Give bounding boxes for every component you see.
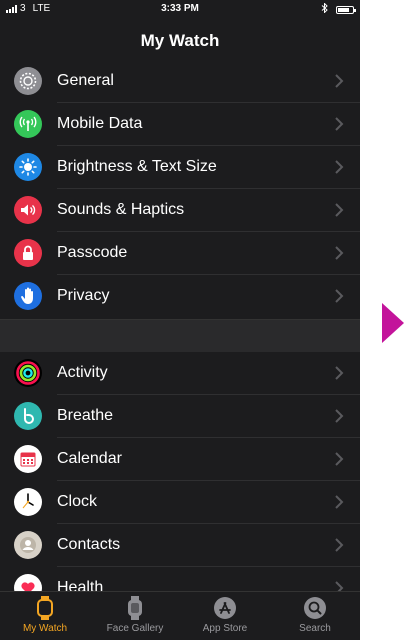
hand-icon	[14, 282, 42, 310]
breathe-icon	[14, 402, 42, 430]
status-time: 3:33 PM	[161, 3, 199, 14]
clock-icon	[14, 488, 42, 516]
navigation-bar: My Watch	[0, 18, 360, 63]
chevron-right-icon	[335, 117, 344, 131]
settings-item-privacy[interactable]: Privacy	[0, 275, 360, 318]
tab-label: Search	[299, 623, 331, 634]
lock-icon	[14, 239, 42, 267]
app-item-clock[interactable]: Clock	[0, 481, 360, 524]
settings-item-label: Brightness & Text Size	[57, 158, 217, 175]
app-item-activity[interactable]: Activity	[0, 352, 360, 395]
chevron-right-icon	[335, 538, 344, 552]
contacts-icon	[14, 531, 42, 559]
tab-my-watch[interactable]: My Watch	[0, 592, 90, 640]
page-title: My Watch	[140, 31, 220, 50]
app-item-label: Clock	[57, 493, 98, 510]
chevron-right-icon	[335, 366, 344, 380]
phone-screen: 3 LTE 3:33 PM My Watch General Mobile Da…	[0, 0, 360, 640]
chevron-right-icon	[335, 74, 344, 88]
settings-item-mobile-data[interactable]: Mobile Data	[0, 103, 360, 146]
app-store-icon	[213, 596, 237, 620]
tab-bar: My Watch Face Gallery App Store Search	[0, 591, 360, 640]
settings-item-sounds[interactable]: Sounds & Haptics	[0, 189, 360, 232]
sun-icon	[14, 153, 42, 181]
tab-search[interactable]: Search	[270, 592, 360, 640]
settings-item-passcode[interactable]: Passcode	[0, 232, 360, 275]
settings-item-brightness[interactable]: Brightness & Text Size	[0, 146, 360, 189]
antenna-icon	[14, 110, 42, 138]
chevron-right-icon	[335, 246, 344, 260]
app-item-label: Calendar	[57, 450, 122, 467]
next-arrow-icon	[382, 303, 404, 343]
app-item-breathe[interactable]: Breathe	[0, 395, 360, 438]
tab-label: App Store	[202, 623, 248, 634]
settings-group: General Mobile Data Brightness & Text Si…	[0, 60, 360, 318]
settings-item-label: Passcode	[57, 244, 128, 261]
speaker-icon	[14, 196, 42, 224]
settings-item-label: Sounds & Haptics	[57, 201, 185, 218]
tab-label: Face Gallery	[106, 623, 164, 634]
watch-icon	[33, 596, 57, 620]
app-item-label: Breathe	[57, 407, 114, 424]
status-bar: 3 LTE 3:33 PM	[0, 0, 360, 18]
activity-rings-icon	[14, 359, 42, 387]
chevron-right-icon	[335, 495, 344, 509]
battery-icon	[336, 5, 356, 14]
calendar-icon	[14, 445, 42, 473]
settings-item-label: Privacy	[57, 287, 110, 304]
gear-icon	[14, 67, 42, 95]
chevron-right-icon	[335, 452, 344, 466]
face-gallery-icon	[123, 596, 147, 620]
chevron-right-icon	[335, 160, 344, 174]
chevron-right-icon	[335, 289, 344, 303]
settings-item-general[interactable]: General	[0, 60, 360, 103]
section-spacer	[0, 319, 360, 354]
apps-group: Activity Breathe Calendar Clock Contacts…	[0, 352, 360, 610]
tab-face-gallery[interactable]: Face Gallery	[90, 592, 180, 640]
bluetooth-icon	[321, 2, 328, 16]
app-item-contacts[interactable]: Contacts	[0, 524, 360, 567]
app-item-label: Activity	[57, 364, 108, 381]
tab-label: My Watch	[22, 623, 68, 634]
search-icon	[303, 596, 327, 620]
chevron-right-icon	[335, 203, 344, 217]
settings-item-label: Mobile Data	[57, 115, 143, 132]
app-item-label: Contacts	[57, 536, 121, 553]
app-item-calendar[interactable]: Calendar	[0, 438, 360, 481]
chevron-right-icon	[335, 409, 344, 423]
tab-app-store[interactable]: App Store	[180, 592, 270, 640]
settings-item-label: General	[57, 72, 114, 89]
